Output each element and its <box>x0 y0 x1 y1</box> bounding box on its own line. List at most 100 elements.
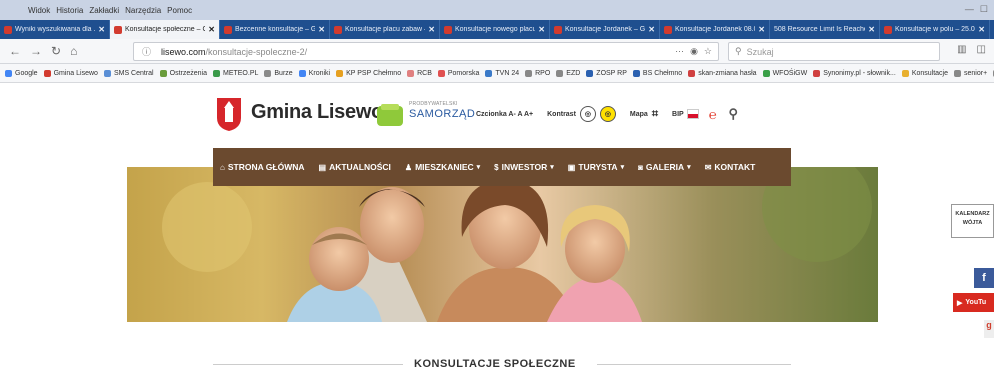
contrast-yellow-icon[interactable]: ◎ <box>599 106 616 122</box>
home-icon[interactable]: ⌂ <box>70 44 77 58</box>
menu-item-tools[interactable]: Narzędzia <box>125 6 161 15</box>
font-size-controls[interactable]: Czcionka A- A A+ <box>476 111 533 118</box>
bookmark-favicon-icon <box>407 69 415 77</box>
browser-tab[interactable]: Konsultacje w polu – 25.04. ✕ <box>880 20 990 39</box>
close-tab-icon[interactable]: ✕ <box>98 25 105 34</box>
window-controls: — ☐ <box>965 4 988 15</box>
library-icon[interactable]: ▥ <box>957 44 966 55</box>
bip-flag-icon[interactable] <box>686 109 699 119</box>
back-icon[interactable]: ← <box>9 44 21 58</box>
epuap-icon[interactable]: ℮ <box>709 107 717 122</box>
bookmark-item[interactable]: KP PSP Chełmno <box>336 69 402 77</box>
bookmark-item[interactable]: Burze <box>264 69 293 77</box>
bookmark-item[interactable]: ZOSP RP <box>586 69 627 77</box>
close-tab-icon[interactable]: ✕ <box>208 25 215 34</box>
browser-tab[interactable]: Bezcenne konsultacje – Gmi ✕ <box>220 20 330 39</box>
minimize-icon[interactable]: — <box>965 4 974 15</box>
close-tab-icon[interactable]: ✕ <box>318 25 325 34</box>
close-tab-icon[interactable]: ✕ <box>758 25 765 34</box>
bookmark-item[interactable]: SMS Central <box>103 69 154 77</box>
browser-tab-active[interactable]: Konsultacje społeczne – Gmi✕ <box>110 20 220 39</box>
bookmark-label: Burze <box>274 69 293 77</box>
info-icon[interactable]: ⓘ <box>142 45 151 58</box>
bookmark-item[interactable]: Synonimy.pl - słownik... <box>813 69 896 77</box>
bookmark-label: EZD <box>566 69 581 77</box>
bookmark-label: RCB <box>417 69 432 77</box>
menu-item-help[interactable]: Pomoc <box>167 6 192 15</box>
facebook-icon[interactable]: f <box>974 268 994 288</box>
close-tab-icon[interactable]: ✕ <box>978 25 985 34</box>
bookmark-item[interactable]: Konsultacje <box>901 69 948 77</box>
maximize-icon[interactable]: ☐ <box>980 4 988 15</box>
nav-item-kontakt[interactable]: ✉ KONTAKT <box>698 162 763 172</box>
sitemap-icon[interactable]: ⌗ <box>652 108 658 121</box>
bookmark-item[interactable]: Ostrzeżenia <box>159 69 207 77</box>
browser-tab[interactable]: Konsultacje placu zabaw – G✕ <box>330 20 440 39</box>
close-tab-icon[interactable]: ✕ <box>868 25 875 34</box>
browser-tab[interactable]: Konsultacje Jordanek 08.0... ✕ <box>660 20 770 39</box>
forward-icon[interactable]: → <box>30 44 42 58</box>
star-icon[interactable]: ☆ <box>704 46 712 57</box>
more-icon[interactable]: ··· <box>675 46 684 57</box>
bookmark-item[interactable]: RCB <box>407 69 432 77</box>
bookmark-item[interactable]: TVN 24 <box>485 69 520 77</box>
menu-item-bookmarks[interactable]: Zakładki <box>89 6 119 15</box>
bookmark-label: KP PSP Chełmno <box>346 69 402 77</box>
bookmark-item[interactable]: BS Chełmno <box>632 69 682 77</box>
browser-tab[interactable]: Konsultacje Jordanek – Gmi ✕ <box>550 20 660 39</box>
bookmark-item[interactable]: METEO.PL <box>212 69 258 77</box>
pocket-icon[interactable]: ◉ <box>690 46 698 57</box>
contrast-normal-icon[interactable]: ◎ <box>579 106 596 122</box>
browser-tab[interactable]: Konsultacje nowego placu... ✕ <box>440 20 550 39</box>
address-bar[interactable]: ⓘ lisewo.com/konsultacje-spoleczne-2/ ··… <box>133 42 719 61</box>
contrast-label: Kontrast <box>547 110 576 118</box>
bookmark-item[interactable]: EZD <box>556 69 581 77</box>
bookmark-favicon-icon <box>336 69 344 77</box>
chevron-down-icon: ▾ <box>550 164 554 171</box>
nav-item-inwestor[interactable]: $ INWESTOR ▾ <box>487 162 561 172</box>
bookmark-favicon-icon <box>632 69 640 77</box>
browser-tab[interactable]: Wyniki wyszukiwania dla ... ✕ <box>0 20 110 39</box>
browser-tab[interactable]: 508 Resource Limit Is Reached ✕ <box>770 20 880 39</box>
divider <box>213 364 403 365</box>
nav-item-label: STRONA GŁÓWNA <box>227 162 305 172</box>
close-tab-icon[interactable]: ✕ <box>648 25 655 34</box>
bookmark-item[interactable]: RPO <box>525 69 550 77</box>
search-icon[interactable]: ⚲ <box>729 106 739 122</box>
sidebar-icon[interactable]: ◫ <box>977 44 986 55</box>
chevron-down-icon: ▾ <box>687 164 691 171</box>
bookmark-favicon-icon <box>212 69 220 77</box>
bookmark-label: TVN 24 <box>495 69 520 77</box>
nav-item-label: INWESTOR <box>501 162 548 172</box>
search-input[interactable]: ⚲ Szukaj <box>728 42 940 61</box>
close-tab-icon[interactable]: ✕ <box>538 25 545 34</box>
nav-item-galeria[interactable]: ◙ GALERIA ▾ <box>631 162 698 172</box>
reload-icon[interactable]: ↻ <box>51 44 61 58</box>
bookmark-item[interactable]: WFOŚiGW <box>762 69 808 77</box>
bookmark-item[interactable]: senior+ <box>954 69 988 77</box>
tab-favicon-icon <box>664 25 672 34</box>
bookmark-item[interactable]: Gmina Lisewo <box>43 69 98 77</box>
mayor-calendar-widget[interactable]: KALENDARZ WÓJTA <box>951 204 994 238</box>
site-title[interactable]: Gmina Lisewo <box>251 101 383 124</box>
bookmark-label: WFOŚiGW <box>772 69 808 77</box>
nav-item-aktualności[interactable]: ▤ AKTUALNOŚCI <box>312 162 398 172</box>
nav-item-mieszkaniec[interactable]: ♟ MIESZKANIEC ▾ <box>398 162 487 172</box>
nav-item-strona-główna[interactable]: ⌂ STRONA GŁÓWNA <box>213 162 312 172</box>
bookmark-favicon-icon <box>954 69 962 77</box>
bookmark-item[interactable]: Google <box>5 69 38 77</box>
menu-item-view[interactable]: Widok <box>28 6 50 15</box>
google-plus-icon[interactable]: g <box>984 320 994 338</box>
bookmark-item[interactable]: Pomorska <box>437 69 479 77</box>
map-label[interactable]: Mapa <box>630 111 648 118</box>
bip-label[interactable]: BIP <box>672 111 684 118</box>
youtube-button[interactable]: ▶ YouTu <box>953 293 994 312</box>
close-tab-icon[interactable]: ✕ <box>428 25 435 34</box>
bookmark-label: senior+ <box>964 69 988 77</box>
nav-item-label: AKTUALNOŚCI <box>329 162 391 172</box>
bookmark-item[interactable]: skan-zmiana hasła <box>688 69 757 77</box>
samorzad-subtitle: PRODBYWATELSKI <box>409 101 458 107</box>
bookmark-item[interactable]: Kroniki <box>298 69 330 77</box>
menu-item-history[interactable]: Historia <box>56 6 83 15</box>
nav-item-turysta[interactable]: ▣ TURYSTA ▾ <box>561 162 631 172</box>
